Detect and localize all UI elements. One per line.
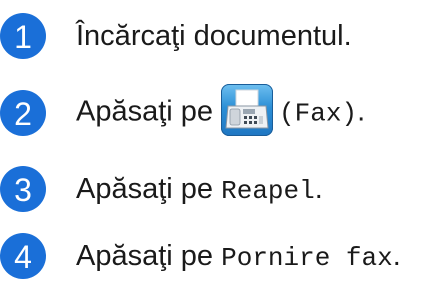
fax-machine-icon <box>221 84 274 136</box>
step-number-badge: 1 <box>0 13 46 59</box>
step-prefix: Apăsaţi pe <box>76 95 214 128</box>
step-2: 2 Apăsaţi pe (Fax). <box>0 84 366 141</box>
step-suffix: . <box>357 95 366 128</box>
step-suffix: . <box>392 239 401 272</box>
step-4: 4 Apăsaţi pe Pornire fax. <box>0 232 401 280</box>
step-prefix: Apăsaţi pe <box>76 172 214 205</box>
step-instruction: Încărcaţi documentul. <box>76 19 352 52</box>
step-instruction: Apăsaţi pe (Fax). <box>76 84 366 139</box>
step-number-badge: 3 <box>0 166 46 212</box>
step-suffix: . <box>314 172 323 205</box>
fax-label: (Fax) <box>279 98 358 129</box>
fax-start-label: Pornire fax <box>221 242 393 273</box>
step-1: 1 Încărcaţi documentul. <box>0 12 352 60</box>
step-prefix: Apăsaţi pe <box>76 239 214 272</box>
step-number: 4 <box>14 239 32 275</box>
redial-label: Reapel <box>221 175 315 206</box>
step-number: 3 <box>14 172 32 208</box>
step-instruction: Apăsaţi pe Pornire fax. <box>76 239 401 273</box>
step-3: 3 Apăsaţi pe Reapel. <box>0 165 323 213</box>
step-instruction: Apăsaţi pe Reapel. <box>76 172 323 206</box>
step-text: Încărcaţi documentul. <box>76 19 352 52</box>
step-number-badge: 4 <box>0 233 46 279</box>
step-number: 2 <box>14 96 32 132</box>
step-number: 1 <box>14 19 32 55</box>
step-number-badge: 2 <box>0 90 46 136</box>
